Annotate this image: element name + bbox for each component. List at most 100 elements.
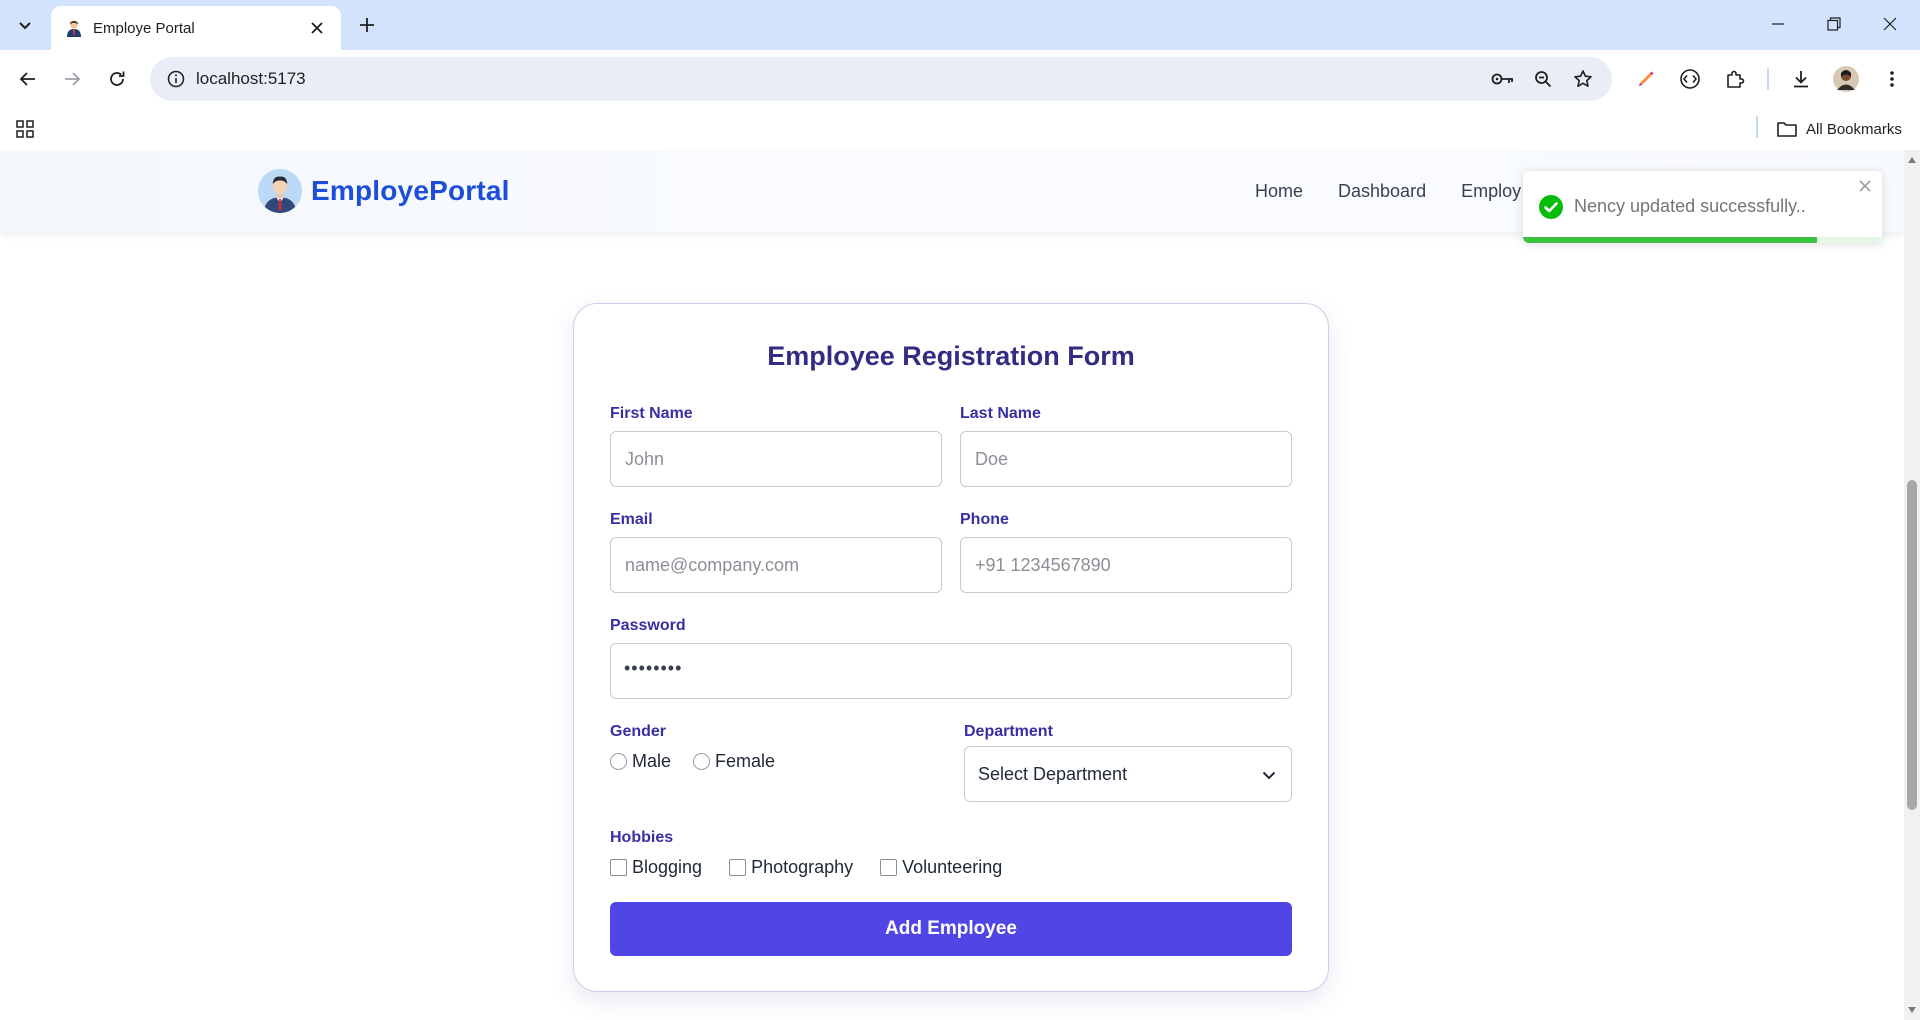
chrome-menu-button[interactable] [1876,63,1908,95]
extensions-button[interactable] [1719,63,1751,95]
hobby-option-photography[interactable]: Photography [729,857,853,878]
add-employee-button[interactable]: Add Employee [610,902,1292,956]
close-window-button[interactable] [1870,8,1910,40]
puzzle-icon [1727,70,1745,88]
photography-checkbox[interactable] [729,859,747,876]
main-nav: Home Dashboard Employ [1255,181,1521,202]
nav-dashboard[interactable]: Dashboard [1338,181,1426,202]
all-bookmarks-button[interactable]: All Bookmarks [1776,116,1902,142]
first-name-input[interactable] [610,431,942,487]
info-icon [167,70,185,88]
volunteering-checkbox[interactable] [880,859,898,876]
download-icon [1794,71,1808,88]
browser-toolbar: localhost:5173 [0,50,1920,108]
reload-button[interactable] [101,63,133,95]
department-select[interactable]: Select Department [964,746,1292,802]
profile-avatar-icon [1833,66,1859,92]
female-label: Female [715,751,776,771]
chevron-down-icon [19,22,31,30]
bookmark-star-button[interactable] [1569,65,1597,93]
email-input[interactable] [610,537,942,593]
extension-pen-button[interactable] [1630,63,1662,95]
nav-home[interactable]: Home [1255,181,1303,202]
browser-tab-bar: Employe Portal [0,0,1920,50]
close-icon [311,22,323,34]
password-label: Password [610,617,686,634]
extension-code-button[interactable] [1674,63,1706,95]
bookmarks-bar: All Bookmarks [0,108,1920,150]
password-key-button[interactable] [1489,65,1517,93]
new-tab-button[interactable] [352,11,382,39]
tab-title: Employe Portal [93,19,195,37]
profile-avatar[interactable] [1830,63,1862,95]
plus-icon [360,18,374,32]
nav-employees[interactable]: Employ [1461,181,1521,202]
code-circle-icon [1680,69,1700,89]
back-button[interactable] [12,63,44,95]
page-scrollbar[interactable] [1904,150,1920,1020]
toast-progress-bar [1523,237,1818,243]
password-input[interactable]: •••••••• [610,643,1292,699]
blogging-checkbox[interactable] [610,859,627,876]
scroll-down-button[interactable] [1907,1005,1917,1015]
downloads-button[interactable] [1785,63,1817,95]
minimize-button[interactable] [1758,8,1798,40]
success-toast: Nency updated successfully.. [1523,171,1882,243]
volunteering-label: Volunteering [902,857,1003,877]
hobbies-label: Hobbies [610,829,674,846]
gender-option-male[interactable]: Male [610,751,671,772]
page-viewport: EmployePortal Home Dashboard Employ Nenc… [0,150,1904,1020]
blogging-label: Blogging [632,857,703,877]
arrow-right-icon [65,72,81,86]
scrollbar-thumb[interactable] [1907,480,1917,810]
close-icon [1883,17,1897,31]
more-vertical-icon [1890,71,1894,87]
caret-down-icon [1908,1007,1916,1013]
key-icon [1491,73,1513,85]
hobby-option-blogging[interactable]: Blogging [610,857,702,878]
male-radio[interactable] [610,753,627,770]
female-radio[interactable] [693,753,711,770]
gender-options: Male Female [610,751,775,772]
toast-close-button[interactable] [1856,177,1874,195]
phone-input[interactable] [960,537,1292,593]
apps-button[interactable] [12,116,38,142]
tab-close-button[interactable] [305,16,329,40]
color-pen-icon [1639,71,1654,86]
gender-label: Gender [610,723,667,740]
gender-option-female[interactable]: Female [693,751,775,772]
logo-avatar [258,169,302,213]
site-logo[interactable]: EmployePortal [258,169,510,213]
chevron-down-icon [1262,771,1276,780]
site-info-button[interactable] [164,67,188,91]
password-masked-value: •••••••• [624,658,683,678]
scroll-up-button[interactable] [1907,155,1917,165]
folder-icon [1777,122,1797,137]
person-favicon-icon [67,20,81,37]
apps-grid-icon [16,120,34,138]
forward-button[interactable] [56,63,88,95]
zoom-out-icon [1535,71,1552,88]
registration-card: Employee Registration Form First Name La… [573,303,1329,992]
last-name-input[interactable] [960,431,1292,487]
arrow-left-icon [19,72,35,86]
browser-tab[interactable]: Employe Portal [51,6,341,50]
businessman-avatar-icon [258,169,302,213]
check-circle-icon [1539,195,1563,219]
all-bookmarks-label: All Bookmarks [1806,120,1902,138]
tab-search-button[interactable] [10,11,40,39]
star-icon [1574,70,1592,87]
phone-label: Phone [960,511,1009,528]
brand-name: EmployePortal [311,175,510,206]
male-label: Male [632,751,672,771]
hobby-option-volunteering[interactable]: Volunteering [880,857,1002,878]
first-name-label: First Name [610,405,693,422]
restore-button[interactable] [1814,8,1854,40]
hobbies-options: Blogging Photography Volunteering [610,857,1002,878]
address-bar[interactable]: localhost:5173 [150,57,1612,101]
toast-message: Nency updated successfully.. [1574,196,1806,216]
zoom-button[interactable] [1529,65,1557,93]
url-text[interactable]: localhost:5173 [196,69,306,89]
toolbar-divider [1767,68,1769,90]
minimize-icon [1772,23,1784,25]
